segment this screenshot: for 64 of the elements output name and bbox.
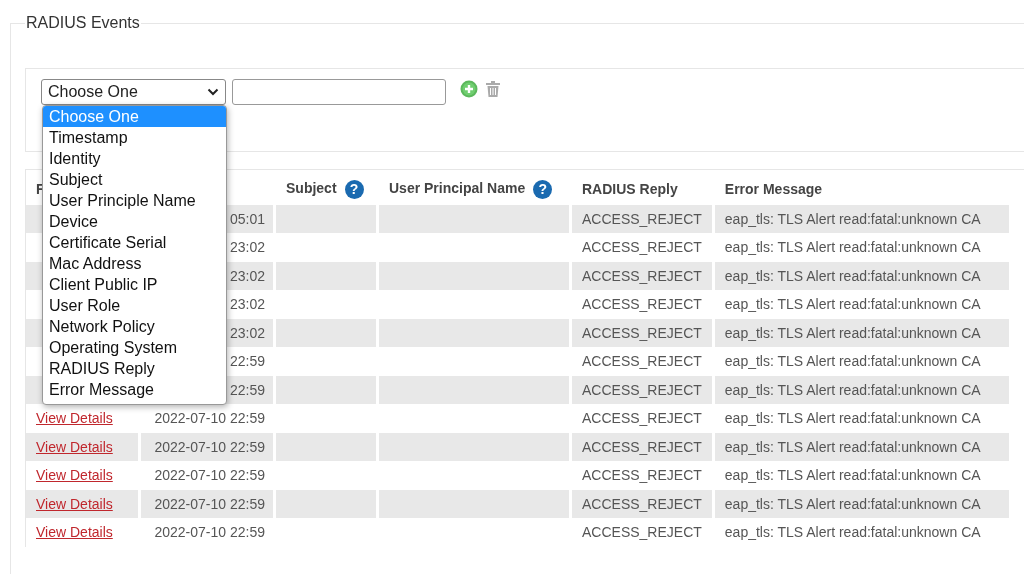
dropdown-option[interactable]: Identity: [43, 148, 226, 169]
timestamp: 2022-07-10 22:59: [154, 467, 265, 484]
view-details-link[interactable]: View Details: [36, 467, 113, 484]
timestamp: 05:01: [229, 210, 265, 227]
timestamp: 2022-07-10 22:59: [154, 438, 265, 455]
timestamp: 23:02: [229, 239, 265, 256]
view-details-link[interactable]: View Details: [36, 410, 113, 427]
dropdown-option[interactable]: User Principle Name: [43, 190, 226, 211]
radius-reply-cell: ACCESS_REJECT: [572, 205, 712, 233]
help-icon[interactable]: ?: [344, 179, 364, 199]
error-message-cell-text: eap_tls: TLS Alert read:fatal:unknown CA: [723, 466, 982, 486]
error-message-cell: eap_tls: TLS Alert read:fatal:unknown CA: [714, 376, 1009, 404]
dropdown-option[interactable]: Subject: [43, 169, 226, 190]
view-details-link[interactable]: View Details: [36, 524, 113, 541]
radius-reply-cell-text: ACCESS_REJECT: [581, 466, 703, 486]
error-message-cell-text: eap_tls: TLS Alert read:fatal:unknown CA: [723, 523, 982, 543]
add-icon[interactable]: [460, 80, 478, 98]
radius-reply-cell: ACCESS_REJECT: [572, 319, 712, 347]
radius-reply-cell: ACCESS_REJECT: [572, 376, 712, 404]
field-select[interactable]: Choose One: [41, 79, 226, 105]
column-header: Error Message: [724, 181, 823, 197]
section-title: RADIUS Events: [25, 14, 141, 32]
column-header: RADIUS Reply: [582, 181, 678, 197]
timestamp: 22:59: [229, 353, 265, 370]
timestamp: 2022-07-10 22:59: [154, 524, 265, 541]
help-icon[interactable]: ?: [533, 179, 553, 199]
radius-reply-cell-text: ACCESS_REJECT: [581, 295, 703, 315]
error-message-cell: eap_tls: TLS Alert read:fatal:unknown CA: [714, 262, 1009, 290]
dropdown-option[interactable]: Timestamp: [43, 127, 226, 148]
radius-reply-cell: ACCESS_REJECT: [572, 490, 712, 518]
radius-reply-cell-text: ACCESS_REJECT: [581, 523, 703, 543]
radius-reply-cell-text: ACCESS_REJECT: [581, 238, 703, 258]
column-header: User Principal Name: [389, 179, 526, 196]
timestamp: 23:02: [229, 267, 265, 284]
dropdown-option[interactable]: User Role: [43, 295, 226, 316]
dropdown-option[interactable]: RADIUS Reply: [43, 358, 226, 379]
filter-input[interactable]: [232, 79, 446, 105]
error-message-cell: eap_tls: TLS Alert read:fatal:unknown CA: [714, 205, 1009, 233]
error-message-cell: eap_tls: TLS Alert read:fatal:unknown CA: [714, 490, 1009, 518]
dropdown-option[interactable]: Operating System: [43, 337, 226, 358]
dropdown-option[interactable]: Client Public IP: [43, 274, 226, 295]
timestamp: 2022-07-10 22:59: [154, 410, 265, 427]
dropdown-option[interactable]: Device: [43, 211, 226, 232]
radius-reply-cell-text: ACCESS_REJECT: [581, 352, 703, 372]
radius-reply-cell: ACCESS_REJECT: [572, 262, 712, 290]
column-header: Subject: [286, 179, 337, 196]
dropdown-option[interactable]: Network Policy: [43, 316, 226, 337]
error-message-cell-text: eap_tls: TLS Alert read:fatal:unknown CA: [723, 295, 982, 315]
trash-icon[interactable]: [486, 81, 500, 97]
error-message-cell-text: eap_tls: TLS Alert read:fatal:unknown CA: [723, 352, 982, 372]
dropdown-option[interactable]: Mac Address: [43, 253, 226, 274]
timestamp: 2022-07-10 22:59: [154, 495, 265, 512]
error-message-cell-text: eap_tls: TLS Alert read:fatal:unknown CA: [723, 238, 982, 258]
radius-reply-cell: ACCESS_REJECT: [572, 433, 712, 461]
timestamp: 23:02: [229, 296, 265, 313]
dropdown-option[interactable]: Certificate Serial: [43, 232, 226, 253]
error-message-cell-text: eap_tls: TLS Alert read:fatal:unknown CA: [723, 409, 982, 429]
dropdown-option[interactable]: Error Message: [43, 379, 226, 400]
timestamp: 23:02: [229, 324, 265, 341]
chevron-down-icon: [207, 88, 219, 96]
error-message-cell: eap_tls: TLS Alert read:fatal:unknown CA: [714, 319, 1009, 347]
error-message-cell: eap_tls: TLS Alert read:fatal:unknown CA: [714, 433, 1009, 461]
radius-reply-cell-text: ACCESS_REJECT: [581, 409, 703, 429]
timestamp: 22:59: [229, 381, 265, 398]
